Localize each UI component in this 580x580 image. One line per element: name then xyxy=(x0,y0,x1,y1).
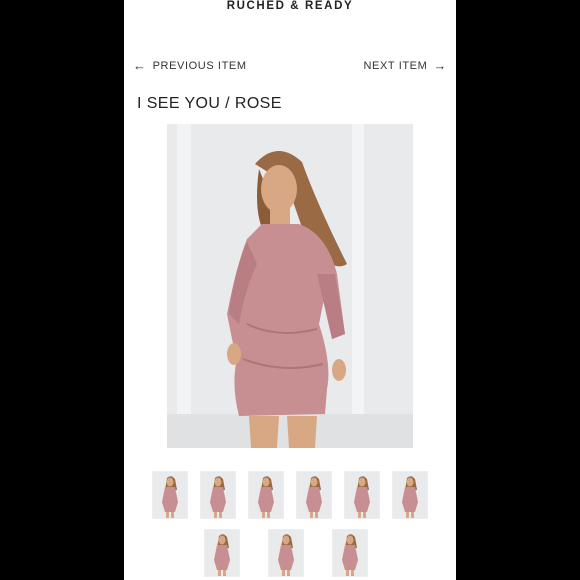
product-thumbnail[interactable] xyxy=(152,471,188,519)
previous-item-link[interactable]: ← PREVIOUS ITEM xyxy=(133,58,247,74)
item-navigation: ← PREVIOUS ITEM NEXT ITEM → xyxy=(133,58,447,74)
thumbnail-row-1 xyxy=(124,471,456,519)
product-thumbnail[interactable] xyxy=(344,471,380,519)
product-title: I SEE YOU / ROSE xyxy=(137,95,282,112)
product-thumbnail[interactable] xyxy=(268,529,304,577)
brand-title: RUCHED & READY xyxy=(226,0,354,12)
product-thumbnail[interactable] xyxy=(296,471,332,519)
thumbnail-row-2 xyxy=(124,529,452,577)
next-item-link[interactable]: NEXT ITEM → xyxy=(364,58,447,74)
product-page: RUCHED & READY ← PREVIOUS ITEM NEXT ITEM… xyxy=(124,0,456,580)
previous-item-label: PREVIOUS ITEM xyxy=(152,60,247,72)
product-thumbnail[interactable] xyxy=(332,529,368,577)
product-thumbnail[interactable] xyxy=(392,471,428,519)
arrow-left-icon: ← xyxy=(133,58,147,73)
product-thumbnail[interactable] xyxy=(204,529,240,577)
next-item-label: NEXT ITEM xyxy=(363,60,428,72)
arrow-right-icon: → xyxy=(433,58,447,73)
model-photo xyxy=(167,124,413,448)
product-thumbnail[interactable] xyxy=(200,471,236,519)
product-main-image[interactable] xyxy=(167,124,413,448)
product-thumbnail[interactable] xyxy=(248,471,284,519)
